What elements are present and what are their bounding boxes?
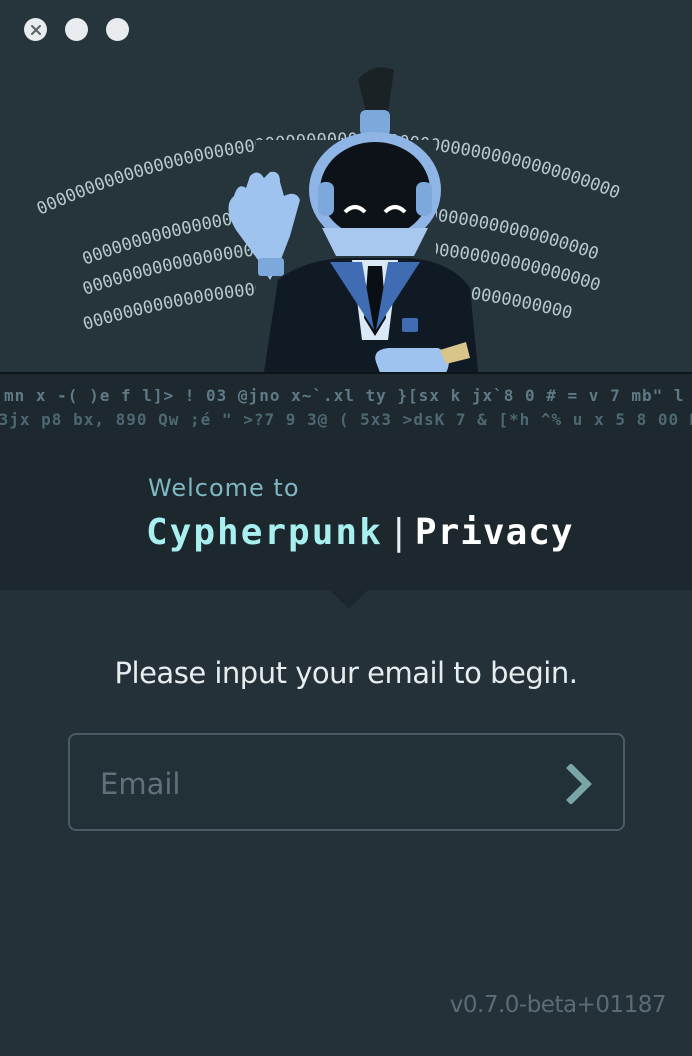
version-label: v0.7.0-beta+01187	[449, 992, 667, 1018]
welcome-pretitle: Welcome to	[148, 474, 300, 502]
code-line: 93jx p8 bx, 890 Qw ;é " >?7 9 3@ ( 5x3 >…	[0, 410, 692, 429]
welcome-band: Welcome to Cypherpunk | Privacy	[0, 440, 692, 590]
code-line: mn x -( )e f l]> ! 03 @jno x~`.xl ty }[s…	[4, 386, 692, 405]
zoom-window-button[interactable]	[106, 18, 129, 41]
brand-title: Cypherpunk | Privacy	[146, 512, 574, 553]
brand-separator: |	[392, 512, 405, 553]
close-window-button[interactable]	[24, 18, 47, 41]
email-field[interactable]	[98, 755, 542, 813]
minimize-window-button[interactable]	[65, 18, 88, 41]
close-icon	[30, 24, 41, 35]
window-controls	[24, 18, 129, 41]
code-strip: mn x -( )e f l]> ! 03 @jno x~`.xl ty }[s…	[0, 372, 692, 440]
brand-name: Cypherpunk	[146, 512, 383, 553]
binary-stream-illustration: 0000000000000000000000 000000000000000000…	[34, 67, 623, 372]
app-window: 0000000000000000000000 000000000000000000…	[0, 0, 692, 1056]
email-field-container	[68, 733, 625, 831]
product-name: Privacy	[414, 512, 574, 553]
band-pointer	[330, 590, 368, 609]
submit-button[interactable]	[555, 759, 605, 809]
email-prompt: Please input your email to begin.	[114, 656, 578, 690]
chevron-right-icon	[566, 764, 592, 804]
hero-banner: 0000000000000000000000 000000000000000000…	[0, 0, 692, 440]
